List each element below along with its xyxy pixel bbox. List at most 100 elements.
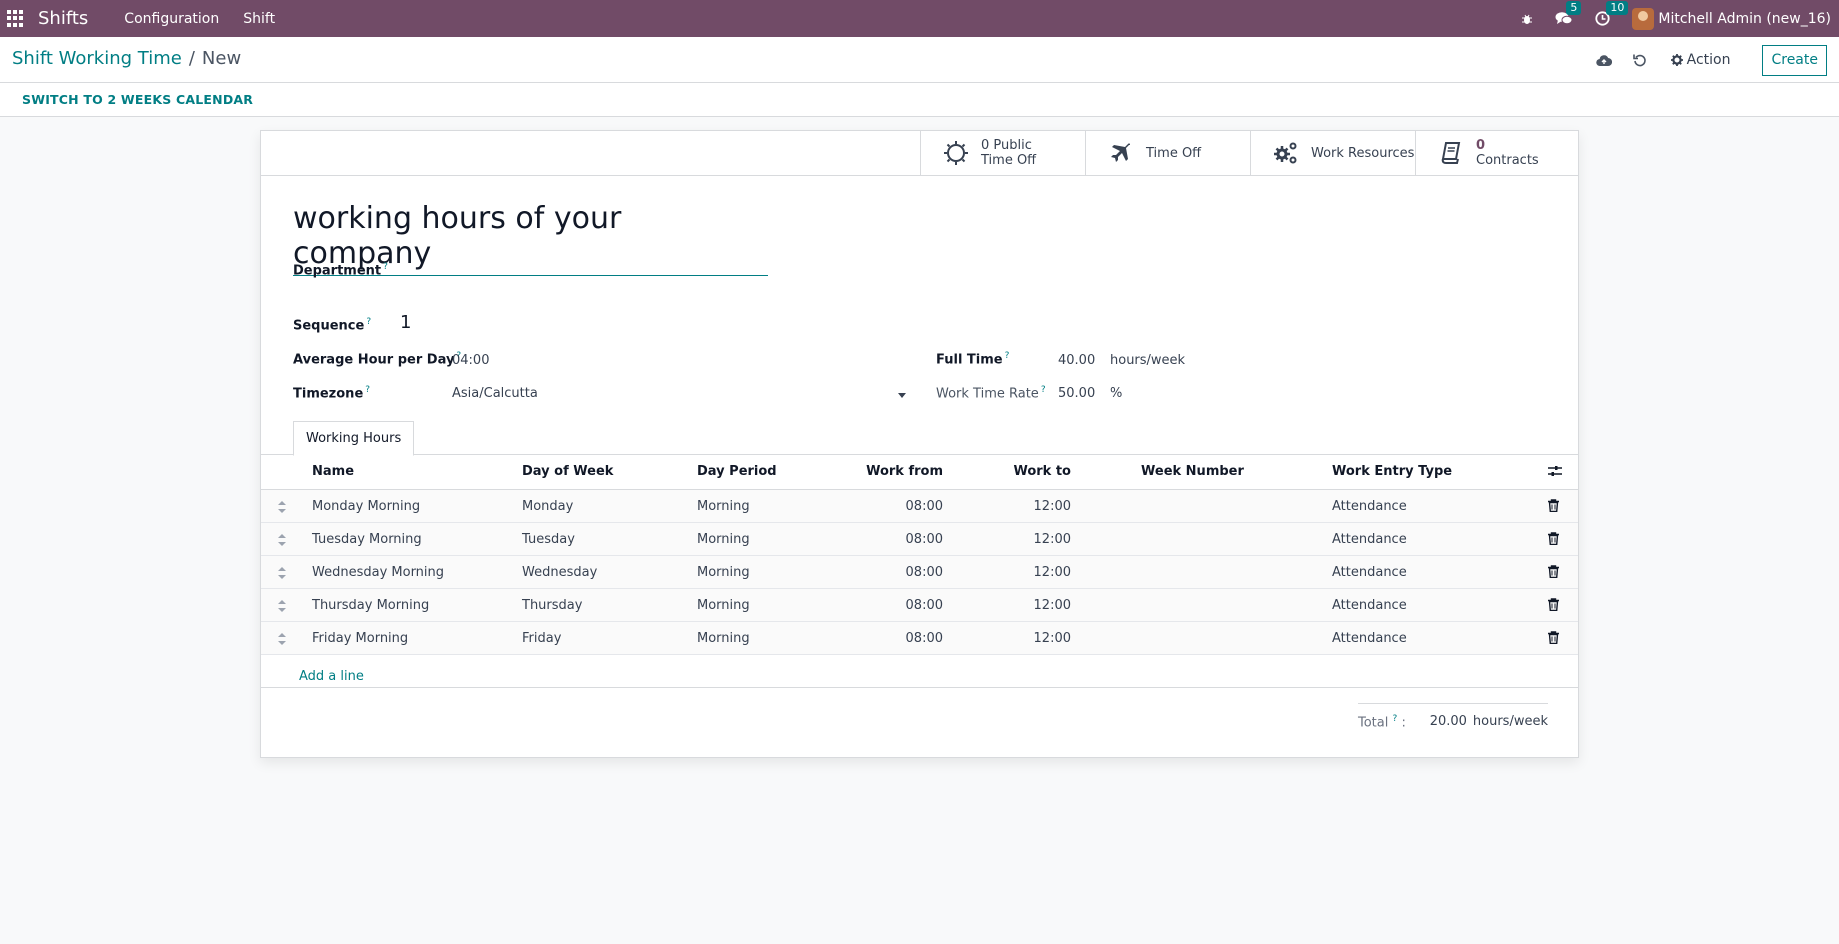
department-help-icon[interactable]: ? (383, 262, 388, 272)
avg-hour-label: Average Hour per Day? (293, 351, 462, 368)
attendance-list: Name Day of Week Day Period Work from Wo… (261, 455, 1578, 655)
cell-day[interactable]: Tuesday (522, 532, 575, 547)
public-time-off-line2: Time Off (981, 153, 1037, 168)
table-row[interactable]: Tuesday Morning Tuesday Morning 08:00 12:00 A… (261, 523, 1578, 556)
drag-handle-icon[interactable] (278, 534, 286, 550)
cell-work-from[interactable]: 08:00 (839, 631, 943, 646)
debug-bug-icon[interactable] (1521, 13, 1533, 25)
col-entry-header[interactable]: Work Entry Type (1332, 464, 1452, 479)
cell-period[interactable]: Morning (697, 565, 750, 580)
avatar (1632, 7, 1655, 30)
col-from-header[interactable]: Work from (839, 464, 943, 479)
avg-hour-field[interactable]: 04:00 (452, 353, 489, 368)
sequence-field[interactable]: 1 (400, 312, 411, 333)
work-rate-label: Work Time Rate? (936, 385, 1046, 402)
drag-handle-icon[interactable] (278, 633, 286, 649)
table-row[interactable]: Wednesday Morning Wednesday Morning 08:00 12… (261, 556, 1578, 589)
cell-period[interactable]: Morning (697, 499, 750, 514)
chevron-down-icon[interactable] (898, 393, 906, 398)
cell-day[interactable]: Friday (522, 631, 561, 646)
full-time-help-icon[interactable]: ? (1005, 351, 1010, 361)
cell-work-to[interactable]: 12:00 (961, 499, 1071, 514)
cell-day[interactable]: Thursday (522, 598, 582, 613)
delete-row-trash-icon[interactable] (1548, 598, 1559, 615)
col-period-header[interactable]: Day Period (697, 464, 777, 479)
gears-icon (1269, 141, 1303, 165)
optional-columns-icon[interactable] (1548, 465, 1562, 481)
delete-row-trash-icon[interactable] (1548, 565, 1559, 582)
delete-row-trash-icon[interactable] (1548, 499, 1559, 516)
cell-work-from[interactable]: 08:00 (839, 532, 943, 547)
cell-work-entry-type[interactable]: Attendance (1332, 499, 1407, 514)
user-name: Mitchell Admin (new_16) (1658, 10, 1831, 27)
cell-period[interactable]: Morning (697, 631, 750, 646)
total-summary: Total ? : 20.00 hours/week (1358, 703, 1548, 730)
total-help-icon[interactable]: ? (1393, 714, 1398, 724)
department-label: Department? (293, 262, 388, 279)
cell-work-from[interactable]: 08:00 (839, 565, 943, 580)
breadcrumb-current: New (201, 48, 242, 69)
app-name[interactable]: Shifts (38, 8, 88, 29)
table-row[interactable]: Monday Morning Monday Morning 08:00 12:00 Att… (261, 490, 1578, 523)
col-to-header[interactable]: Work to (961, 464, 1071, 479)
col-name-header[interactable]: Name (312, 464, 354, 479)
timezone-help-icon[interactable]: ? (365, 385, 370, 395)
drag-handle-icon[interactable] (278, 567, 286, 583)
tab-working-hours[interactable]: Working Hours (293, 421, 415, 456)
cell-work-from[interactable]: 08:00 (839, 598, 943, 613)
cell-work-entry-type[interactable]: Attendance (1332, 532, 1407, 547)
drag-handle-icon[interactable] (278, 501, 286, 517)
cell-period[interactable]: Morning (697, 532, 750, 547)
user-menu[interactable]: Mitchell Admin (new_16) (1632, 7, 1835, 30)
cell-day[interactable]: Monday (522, 499, 573, 514)
cell-work-to[interactable]: 12:00 (961, 598, 1071, 613)
drag-handle-icon[interactable] (278, 600, 286, 616)
work-resources-button[interactable]: Work Resources (1250, 131, 1415, 175)
save-cloud-icon[interactable] (1589, 45, 1619, 75)
cell-work-to[interactable]: 12:00 (961, 631, 1071, 646)
sequence-help-icon[interactable]: ? (366, 317, 371, 327)
work-rate-help-icon[interactable]: ? (1041, 385, 1046, 395)
menu-configuration[interactable]: Configuration (124, 11, 219, 27)
time-off-button[interactable]: Time Off (1085, 131, 1250, 175)
col-week-header[interactable]: Week Number (1141, 464, 1244, 479)
cell-name[interactable]: Wednesday Morning (312, 565, 444, 580)
table-row[interactable]: Thursday Morning Thursday Morning 08:00 12:0… (261, 589, 1578, 622)
cell-name[interactable]: Tuesday Morning (312, 532, 422, 547)
cell-work-to[interactable]: 12:00 (961, 565, 1071, 580)
cell-name[interactable]: Monday Morning (312, 499, 420, 514)
delete-row-trash-icon[interactable] (1548, 532, 1559, 549)
cell-work-entry-type[interactable]: Attendance (1332, 598, 1407, 613)
col-day-header[interactable]: Day of Week (522, 464, 613, 479)
cell-name[interactable]: Friday Morning (312, 631, 408, 646)
contracts-count: 0 (1476, 138, 1486, 153)
messages-badge: 5 (1566, 1, 1582, 15)
cell-period[interactable]: Morning (697, 598, 750, 613)
cell-day[interactable]: Wednesday (522, 565, 597, 580)
cell-work-entry-type[interactable]: Attendance (1332, 631, 1407, 646)
activities-clock-icon[interactable]: 10 (1595, 1, 1629, 26)
cell-name[interactable]: Thursday Morning (312, 598, 429, 613)
messages-icon[interactable]: 5 (1555, 1, 1582, 26)
notebook-tabs: Working Hours (261, 421, 1578, 456)
full-time-field[interactable]: 40.00 (1058, 353, 1095, 368)
timezone-select[interactable]: Asia/Calcutta (452, 386, 538, 401)
cell-work-entry-type[interactable]: Attendance (1332, 565, 1407, 580)
switch-two-weeks-button[interactable]: SWITCH TO 2 WEEKS CALENDAR (22, 92, 253, 107)
menu-shift[interactable]: Shift (243, 11, 275, 27)
public-holiday-sun-icon (939, 141, 973, 165)
delete-row-trash-icon[interactable] (1548, 631, 1559, 648)
contracts-button[interactable]: 0 Contracts (1415, 131, 1580, 175)
discard-undo-icon[interactable] (1625, 45, 1655, 75)
full-time-label: Full Time? (936, 351, 1010, 368)
action-menu-button[interactable]: Action (1670, 52, 1730, 68)
public-time-off-button[interactable]: 0 Public Time Off (920, 131, 1085, 175)
create-button[interactable]: Create (1762, 44, 1827, 76)
add-line-button[interactable]: Add a line (299, 669, 364, 684)
cell-work-from[interactable]: 08:00 (839, 499, 943, 514)
work-rate-unit: % (1110, 386, 1123, 401)
breadcrumb-parent[interactable]: Shift Working Time (12, 48, 182, 69)
cell-work-to[interactable]: 12:00 (961, 532, 1071, 547)
apps-menu-icon[interactable] (7, 9, 25, 28)
table-row[interactable]: Friday Morning Friday Morning 08:00 12:00 Att… (261, 622, 1578, 655)
